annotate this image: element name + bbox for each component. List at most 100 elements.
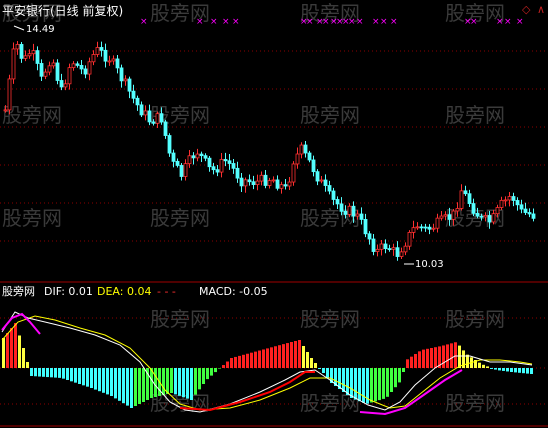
candle-body: [123, 78, 128, 82]
macd-bar: [454, 342, 457, 368]
macd-bar: [278, 345, 281, 368]
candle-body: [395, 247, 400, 257]
signal-marker: ×: [390, 17, 398, 27]
signal-marker: ×: [470, 17, 478, 27]
signal-marker: ×: [140, 17, 148, 27]
chart-window: 股旁网 股旁网 股旁网 股旁网 股旁网 股旁网 股旁网 股旁网 股旁网 股旁网 股旁网 股旁网 股旁网股…: [0, 0, 548, 428]
macd-bar: [154, 368, 157, 397]
candle-body: [311, 159, 316, 173]
candle-body: [527, 212, 532, 215]
candle-body: [35, 50, 40, 64]
candle-body: [475, 212, 480, 217]
macd-bar: [514, 368, 517, 373]
macd-bar: [230, 358, 233, 368]
candle-body: [107, 60, 112, 63]
scroll-up-icon[interactable]: ∧: [537, 4, 545, 16]
candle-body: [455, 208, 460, 212]
candle-body: [451, 210, 456, 220]
candle-body: [227, 160, 232, 164]
macd-bar: [446, 344, 449, 368]
macd-bar: [518, 368, 521, 373]
candle-body: [207, 157, 212, 168]
candle-body: [155, 113, 160, 124]
candle-body: [427, 226, 432, 230]
macd-bar: [58, 368, 61, 378]
candle-body: [67, 67, 72, 85]
candle-body: [499, 199, 504, 208]
candle-body: [167, 135, 172, 154]
candle-body: [139, 104, 144, 116]
macd-bar: [362, 368, 365, 403]
macd-bar: [522, 368, 525, 374]
candle-body: [179, 165, 184, 177]
watermark-text: 股旁网: [445, 391, 505, 415]
candle-body: [131, 90, 136, 99]
candle-body: [467, 193, 472, 204]
candle-body: [275, 179, 280, 189]
macd-bar: [406, 359, 409, 368]
macd-bar: [290, 342, 293, 368]
macd-bar: [70, 368, 73, 382]
signal-marker: ×: [306, 17, 314, 27]
candle-body: [39, 63, 44, 77]
macd-bar: [526, 368, 529, 374]
candle-body: [211, 166, 216, 171]
candle-body: [63, 83, 68, 88]
macd-bar: [274, 346, 277, 368]
macd-bar: [486, 366, 489, 368]
candle-body: [307, 152, 312, 161]
candle-body: [299, 144, 304, 155]
candle-body: [147, 110, 152, 123]
macd-bar: [238, 355, 241, 368]
signal-marker: ×: [232, 17, 240, 27]
macd-bar: [282, 344, 285, 368]
macd-bar: [98, 368, 101, 392]
candle-body: [399, 251, 404, 257]
macd-bar: [510, 368, 513, 372]
macd-bar: [466, 354, 469, 368]
candle-body: [183, 163, 188, 177]
high-pointer: [13, 25, 25, 31]
macd-bar: [30, 368, 33, 376]
macd-bar: [294, 341, 297, 368]
macd-bar: [318, 368, 321, 369]
signal-marker: ×: [356, 17, 364, 27]
diamond-icon[interactable]: ◇: [522, 4, 530, 16]
macd-bar: [326, 368, 329, 378]
macd-bar: [110, 368, 113, 396]
macd-bar: [34, 368, 37, 377]
macd-bar: [346, 368, 349, 395]
candle-body: [243, 179, 248, 187]
macd-bar: [422, 349, 425, 368]
candle-body: [87, 61, 92, 75]
candle-body: [531, 213, 536, 219]
macd-bar: [162, 368, 165, 395]
chart-canvas[interactable]: 股旁网 股旁网 股旁网 股旁网股旁网 股旁网 股旁网 股旁网股旁网 股旁网 股旁网 股旁网股旁网股…: [0, 0, 548, 428]
candle-body: [27, 53, 32, 57]
macd-bar: [62, 368, 65, 379]
candle-body: [43, 71, 48, 77]
macd-bar: [394, 368, 397, 388]
macd-bar: [242, 354, 245, 368]
macd-bar: [118, 368, 121, 401]
macd-bar: [122, 368, 125, 404]
candle-body: [483, 215, 488, 218]
macd-bar: [374, 368, 377, 402]
macd-bar: [506, 368, 509, 372]
watermark-text: 股旁网: [300, 103, 360, 127]
candle-body: [283, 184, 288, 187]
macd-bar: [402, 368, 405, 372]
candle-body: [231, 163, 236, 169]
candle-body: [255, 180, 260, 186]
macd-bar: [458, 345, 461, 368]
macd-bar: [130, 368, 133, 408]
candle-body: [187, 155, 192, 165]
candle-body: [375, 248, 380, 252]
candle-body: [359, 213, 364, 220]
macd-bar: [202, 368, 205, 384]
candle-body: [115, 58, 120, 69]
macd-bar: [350, 368, 353, 398]
candle-body: [319, 179, 324, 182]
candle-body: [279, 184, 284, 189]
macd-bar: [10, 328, 13, 368]
